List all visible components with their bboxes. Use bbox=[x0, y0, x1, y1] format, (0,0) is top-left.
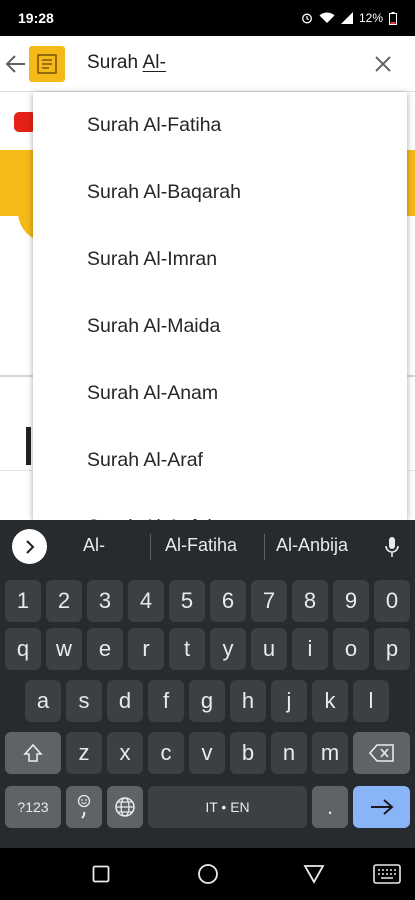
status-icons: 12% bbox=[301, 11, 397, 25]
key-v[interactable]: v bbox=[189, 732, 225, 774]
back-triangle-icon[interactable] bbox=[301, 861, 327, 887]
emoji-comma-icon bbox=[77, 794, 91, 819]
search-input[interactable]: Surah Al- bbox=[87, 52, 166, 74]
key-u[interactable]: u bbox=[251, 628, 287, 670]
wifi-icon bbox=[319, 12, 335, 24]
background-bar bbox=[26, 427, 31, 465]
close-icon[interactable] bbox=[370, 51, 396, 77]
search-bar: Surah Al- bbox=[0, 36, 415, 92]
period-key[interactable]: . bbox=[312, 786, 348, 828]
key-b[interactable]: b bbox=[230, 732, 266, 774]
divider bbox=[264, 534, 265, 560]
key-m[interactable]: m bbox=[312, 732, 348, 774]
key-r[interactable]: r bbox=[128, 628, 164, 670]
backspace-key[interactable] bbox=[353, 732, 410, 774]
shift-key[interactable] bbox=[5, 732, 61, 774]
key-h[interactable]: h bbox=[230, 680, 266, 722]
key-p[interactable]: p bbox=[374, 628, 410, 670]
status-bar: 19:28 12% bbox=[0, 0, 415, 36]
suggestion-item[interactable]: Surah Al-Baqarah bbox=[33, 159, 407, 226]
battery-icon bbox=[389, 11, 397, 25]
screen: 19:28 12% Surah Al- Surah Al-Fatiha Sura… bbox=[0, 0, 415, 900]
suggestion-item[interactable]: Surah Al-Anam bbox=[33, 360, 407, 427]
backspace-icon bbox=[368, 744, 394, 762]
keyboard-suggestion-strip: Al- Al-Fatiha Al-Anbija bbox=[0, 520, 415, 574]
key-a[interactable]: a bbox=[25, 680, 61, 722]
space-key[interactable]: IT • EN bbox=[148, 786, 307, 828]
key-1[interactable]: 1 bbox=[5, 580, 41, 622]
word-suggestion[interactable]: Al- bbox=[83, 535, 105, 556]
key-k[interactable]: k bbox=[312, 680, 348, 722]
back-arrow-icon[interactable] bbox=[3, 50, 29, 78]
key-l[interactable]: l bbox=[353, 680, 389, 722]
key-o[interactable]: o bbox=[333, 628, 369, 670]
key-t[interactable]: t bbox=[169, 628, 205, 670]
navigation-bar bbox=[0, 848, 415, 900]
keyboard-menu-chevron-icon[interactable] bbox=[12, 529, 47, 564]
key-g[interactable]: g bbox=[189, 680, 225, 722]
microphone-icon[interactable] bbox=[382, 533, 402, 561]
symbols-key[interactable]: ?123 bbox=[5, 786, 61, 828]
key-n[interactable]: n bbox=[271, 732, 307, 774]
alarm-icon bbox=[301, 12, 313, 24]
key-8[interactable]: 8 bbox=[292, 580, 328, 622]
key-6[interactable]: 6 bbox=[210, 580, 246, 622]
globe-icon bbox=[115, 797, 135, 817]
key-z[interactable]: z bbox=[66, 732, 102, 774]
emoji-key[interactable] bbox=[66, 786, 102, 828]
key-4[interactable]: 4 bbox=[128, 580, 164, 622]
search-query-composing: Al- bbox=[142, 52, 167, 73]
key-j[interactable]: j bbox=[271, 680, 307, 722]
key-5[interactable]: 5 bbox=[169, 580, 205, 622]
key-3[interactable]: 3 bbox=[87, 580, 123, 622]
keyboard: Al- Al-Fatiha Al-Anbija 1 2 3 4 5 6 7 8 … bbox=[0, 520, 415, 848]
divider bbox=[150, 534, 151, 560]
key-e[interactable]: e bbox=[87, 628, 123, 670]
key-d[interactable]: d bbox=[107, 680, 143, 722]
suggestion-item[interactable]: Surah Al-Anfal bbox=[33, 494, 407, 520]
key-7[interactable]: 7 bbox=[251, 580, 287, 622]
key-c[interactable]: c bbox=[148, 732, 184, 774]
key-w[interactable]: w bbox=[46, 628, 82, 670]
app-logo[interactable] bbox=[29, 46, 65, 82]
key-f[interactable]: f bbox=[148, 680, 184, 722]
key-9[interactable]: 9 bbox=[333, 580, 369, 622]
suggestion-item[interactable]: Surah Al-Maida bbox=[33, 293, 407, 360]
key-x[interactable]: x bbox=[107, 732, 143, 774]
search-query-prefix: Surah bbox=[87, 52, 143, 73]
language-key[interactable] bbox=[107, 786, 143, 828]
key-y[interactable]: y bbox=[210, 628, 246, 670]
suggestion-item[interactable]: Surah Al-Fatiha bbox=[33, 92, 407, 159]
suggestion-item[interactable]: Surah Al-Araf bbox=[33, 427, 407, 494]
key-0[interactable]: 0 bbox=[374, 580, 410, 622]
key-2[interactable]: 2 bbox=[46, 580, 82, 622]
key-i[interactable]: i bbox=[292, 628, 328, 670]
word-suggestion[interactable]: Al-Anbija bbox=[276, 535, 348, 556]
suggestion-item[interactable]: Surah Al-Imran bbox=[33, 226, 407, 293]
shift-icon bbox=[23, 743, 43, 762]
status-time: 19:28 bbox=[18, 10, 54, 26]
battery-percent: 12% bbox=[358, 11, 383, 25]
enter-key[interactable] bbox=[353, 786, 410, 828]
home-circle-icon[interactable] bbox=[195, 861, 221, 887]
keyboard-toggle-icon[interactable] bbox=[372, 861, 402, 887]
key-s[interactable]: s bbox=[66, 680, 102, 722]
recents-square-icon[interactable] bbox=[88, 861, 114, 887]
word-suggestion[interactable]: Al-Fatiha bbox=[165, 535, 237, 556]
key-q[interactable]: q bbox=[5, 628, 41, 670]
signal-icon bbox=[340, 12, 353, 24]
suggestions-dropdown: Surah Al-Fatiha Surah Al-Baqarah Surah A… bbox=[33, 92, 407, 520]
arrow-right-icon bbox=[370, 799, 394, 815]
